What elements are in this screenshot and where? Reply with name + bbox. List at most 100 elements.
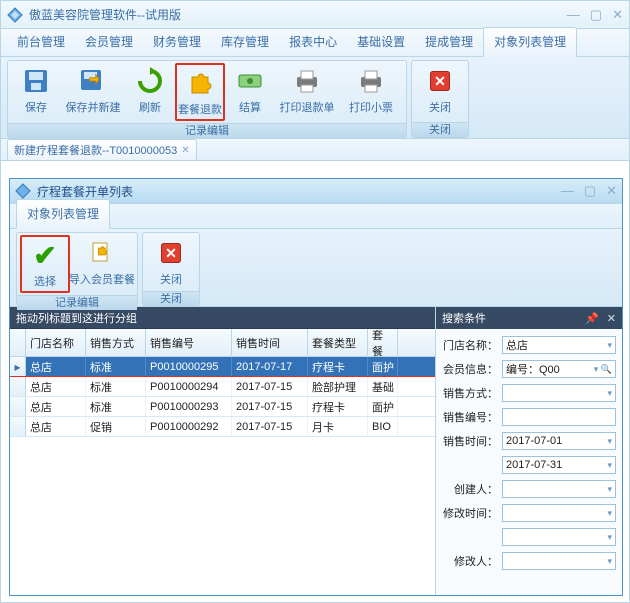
close-icon: ✕ xyxy=(155,237,187,269)
cell: 面护 xyxy=(368,397,398,416)
cell: P0010000294 xyxy=(146,377,232,396)
chevron-down-icon: ▾ xyxy=(607,388,612,399)
inner-minimize-button[interactable]: — xyxy=(561,183,574,199)
inner-ribbon: ✔ 选择 导入会员套餐 记录编辑 ✕ 关闭 关闭 xyxy=(10,229,622,307)
chevron-down-icon: ▾ 🔍 xyxy=(594,364,612,375)
mtime-label: 修改时间： xyxy=(442,505,498,521)
col-package-type[interactable]: 套餐类型 xyxy=(308,329,368,356)
col-sale-number[interactable]: 销售编号 xyxy=(146,329,232,356)
creator-label: 创建人： xyxy=(442,481,498,497)
inner-maximize-button[interactable]: ▢ xyxy=(584,183,596,199)
inner-ribbon-group-label: 记录编辑 xyxy=(17,295,137,310)
disk-icon xyxy=(20,65,52,97)
cell: 疗程卡 xyxy=(308,357,368,376)
inner-close-button[interactable]: ✕ 关闭 xyxy=(146,235,196,289)
package-refund-button[interactable]: 套餐退款 xyxy=(175,63,225,121)
minimize-button[interactable]: — xyxy=(567,7,580,23)
method-label: 销售方式： xyxy=(442,385,498,401)
time-to-input[interactable]: 2017-07-31▾ xyxy=(502,456,616,474)
close-icon: ✕ xyxy=(424,65,456,97)
chevron-down-icon: ▾ xyxy=(607,436,612,447)
inner-ribbon-group-label: 关闭 xyxy=(143,291,199,306)
cell: 2017-07-15 xyxy=(232,397,308,416)
menu-finance[interactable]: 财务管理 xyxy=(143,28,211,56)
lower-area: 拖动列标题到这进行分组 门店名称 销售方式 销售编号 销售时间 套餐类型 套餐 … xyxy=(10,307,622,595)
close-button[interactable]: ✕ 关闭 xyxy=(415,63,465,117)
print-receipt-button[interactable]: 打印小票 xyxy=(339,63,403,117)
close-window-button[interactable]: ✕ xyxy=(612,7,623,23)
search-close-icon[interactable]: ✕ xyxy=(607,312,616,325)
pin-icon[interactable]: 📌 xyxy=(585,312,599,325)
window-title: 傲蓝美容院管理软件--试用版 xyxy=(29,6,567,23)
col-package[interactable]: 套餐 xyxy=(368,329,398,356)
cell: 面护 xyxy=(368,357,398,376)
modifier-select[interactable]: ▾ xyxy=(502,552,616,570)
creator-select[interactable]: ▾ xyxy=(502,480,616,498)
cash-icon xyxy=(234,65,266,97)
inner-window: 疗程套餐开单列表 — ▢ ✕ 对象列表管理 ✔ 选择 导入会员套餐 xyxy=(9,178,623,596)
table-row[interactable]: 总店标准P00100002932017-07-15疗程卡面护 xyxy=(10,397,435,417)
col-sale-time[interactable]: 销售时间 xyxy=(232,329,308,356)
inner-close-window-button[interactable]: ✕ xyxy=(606,183,617,199)
menu-commission[interactable]: 提成管理 xyxy=(415,28,483,56)
store-select[interactable]: 总店▾ xyxy=(502,336,616,354)
printer-icon xyxy=(355,65,387,97)
check-icon: ✔ xyxy=(29,239,61,271)
row-indicator: ▸ xyxy=(10,357,26,376)
cell: 标准 xyxy=(86,397,146,416)
document-tab[interactable]: 新建疗程套餐退款--T0010000053 ✕ xyxy=(7,139,197,160)
mtime-input[interactable]: ▾ xyxy=(502,504,616,522)
table-row[interactable]: ▸总店标准P00100002952017-07-17疗程卡面护 xyxy=(10,357,435,377)
cell: P0010000295 xyxy=(146,357,232,376)
member-select[interactable]: 编号：Q00▾ 🔍 xyxy=(502,360,616,378)
table-row[interactable]: 总店促销P00100002922017-07-15月卡BIO xyxy=(10,417,435,437)
save-new-button[interactable]: 保存并新建 xyxy=(61,63,125,117)
select-button[interactable]: ✔ 选择 xyxy=(20,235,70,293)
grid-body: ▸总店标准P00100002952017-07-17疗程卡面护总店标准P0010… xyxy=(10,357,435,595)
col-method[interactable]: 销售方式 xyxy=(86,329,146,356)
settle-button[interactable]: 结算 xyxy=(225,63,275,117)
ribbon-group-label: 关闭 xyxy=(412,122,468,137)
ribbon: 保存 保存并新建 刷新 套餐退款 结算 xyxy=(1,57,629,139)
inner-menu-object-list[interactable]: 对象列表管理 xyxy=(16,199,110,229)
puzzle-icon xyxy=(184,67,216,99)
cell: 基础 xyxy=(368,377,398,396)
table-row[interactable]: 总店标准P00100002942017-07-15脸部护理基础 xyxy=(10,377,435,397)
chevron-down-icon: ▾ xyxy=(607,460,612,471)
chevron-down-icon: ▾ xyxy=(607,556,612,567)
search-body: 门店名称： 总店▾ 会员信息： 编号：Q00▾ 🔍 销售方式： ▾ 销售编号： xyxy=(436,329,622,595)
document-tab-close[interactable]: ✕ xyxy=(181,145,189,156)
time-label: 销售时间： xyxy=(442,433,498,449)
import-member-package-button[interactable]: 导入会员套餐 xyxy=(70,235,134,289)
chevron-down-icon: ▾ xyxy=(607,340,612,351)
menu-front-desk[interactable]: 前台管理 xyxy=(7,28,75,56)
cell: 促销 xyxy=(86,417,146,436)
cell: 2017-07-15 xyxy=(232,417,308,436)
time-from-input[interactable]: 2017-07-01▾ xyxy=(502,432,616,450)
menu-basic-settings[interactable]: 基础设置 xyxy=(347,28,415,56)
save-button[interactable]: 保存 xyxy=(11,63,61,117)
chevron-down-icon: ▾ xyxy=(607,484,612,495)
cell: 2017-07-15 xyxy=(232,377,308,396)
search-header-label: 搜索条件 xyxy=(442,310,486,326)
cell: 脸部护理 xyxy=(308,377,368,396)
menu-reports[interactable]: 报表中心 xyxy=(279,28,347,56)
row-indicator xyxy=(10,417,26,436)
app-icon xyxy=(7,7,23,23)
app-window: 傲蓝美容院管理软件--试用版 — ▢ ✕ 前台管理 会员管理 财务管理 库存管理… xyxy=(0,0,630,603)
row-indicator xyxy=(10,397,26,416)
cell: P0010000293 xyxy=(146,397,232,416)
maximize-button[interactable]: ▢ xyxy=(590,7,602,23)
menu-member[interactable]: 会员管理 xyxy=(75,28,143,56)
mtime-to-input[interactable]: ▾ xyxy=(502,528,616,546)
menu-object-list[interactable]: 对象列表管理 xyxy=(483,27,577,57)
refresh-button[interactable]: 刷新 xyxy=(125,63,175,117)
print-refund-button[interactable]: 打印退款单 xyxy=(275,63,339,117)
sn-input[interactable] xyxy=(502,408,616,426)
menu-inventory[interactable]: 库存管理 xyxy=(211,28,279,56)
main-menu: 前台管理 会员管理 财务管理 库存管理 报表中心 基础设置 提成管理 对象列表管… xyxy=(1,29,629,57)
inner-menu: 对象列表管理 xyxy=(10,203,622,229)
col-store[interactable]: 门店名称 xyxy=(26,329,86,356)
method-select[interactable]: ▾ xyxy=(502,384,616,402)
grid: 拖动列标题到这进行分组 门店名称 销售方式 销售编号 销售时间 套餐类型 套餐 … xyxy=(10,307,436,595)
